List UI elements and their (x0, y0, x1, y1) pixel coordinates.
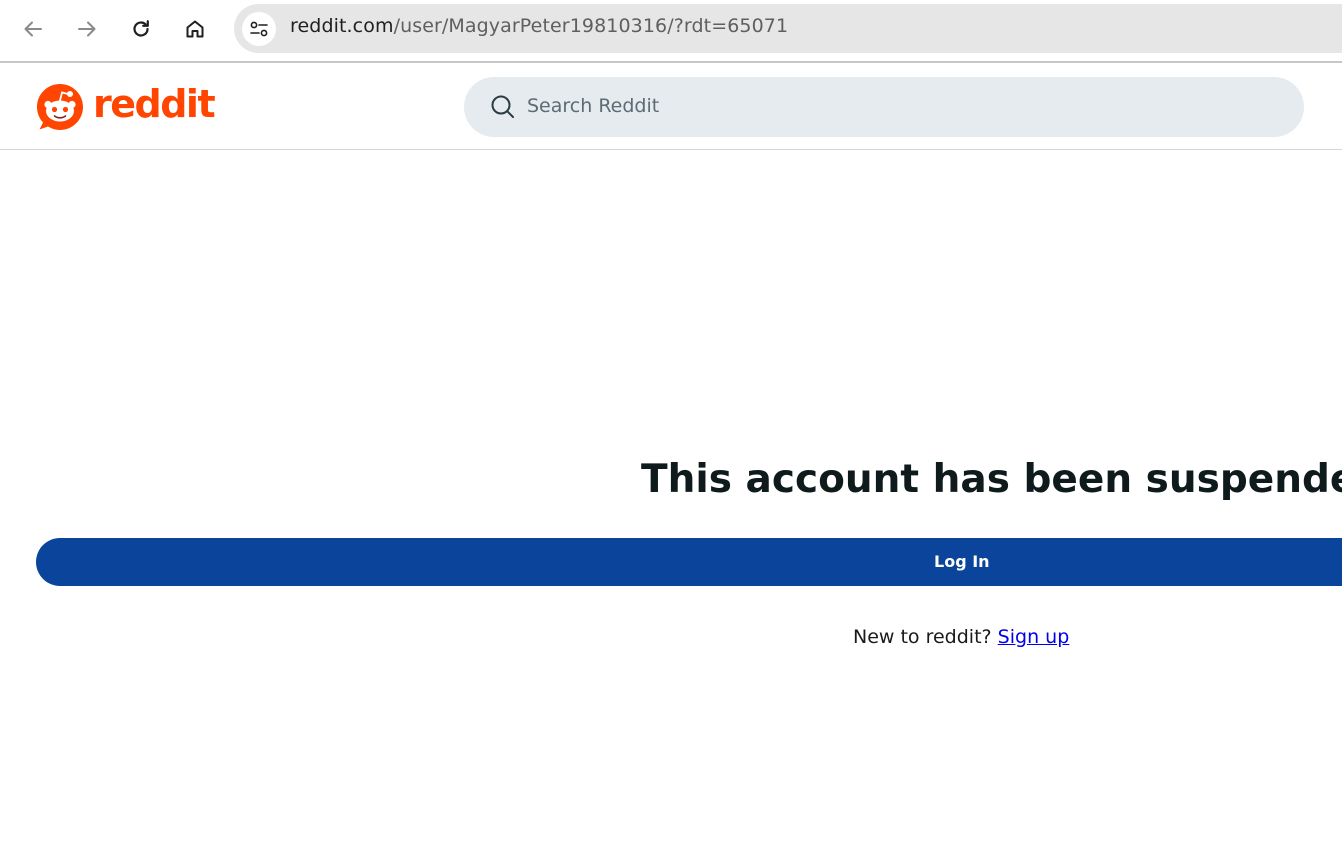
snoo-icon (37, 84, 83, 130)
login-button-label: Log In (934, 552, 990, 571)
tune-icon (250, 21, 268, 37)
search-icon (491, 95, 514, 118)
reload-button[interactable] (123, 11, 159, 47)
url-domain: reddit.com (290, 15, 394, 37)
arrow-left-icon (24, 21, 42, 37)
home-button[interactable] (177, 11, 213, 47)
signup-prompt-text: New to reddit? (853, 626, 992, 648)
signup-prompt: New to reddit? Sign up (853, 626, 1069, 648)
url-path: /user/MagyarPeter19810316/?rdt=65071 (393, 15, 789, 37)
reddit-logo[interactable]: reddit (35, 82, 216, 132)
signup-link[interactable]: Sign up (998, 626, 1070, 648)
login-container: Log In (0, 538, 1342, 586)
address-bar[interactable]: reddit.com/user/MagyarPeter19810316/?rdt… (234, 4, 1342, 53)
forward-button[interactable] (69, 11, 105, 47)
search-input[interactable]: Search Reddit (464, 77, 1304, 137)
login-button[interactable]: Log In (36, 538, 1342, 586)
search-placeholder: Search Reddit (527, 95, 660, 117)
reload-icon (133, 20, 149, 37)
home-icon (186, 20, 204, 38)
site-info-button[interactable] (242, 12, 276, 46)
site-header: reddit Search Reddit (0, 65, 1342, 150)
back-button[interactable] (15, 11, 51, 47)
arrow-right-icon (78, 21, 96, 37)
url-text[interactable]: reddit.com/user/MagyarPeter19810316/?rdt… (290, 15, 788, 37)
title-container: This account has been suspended (0, 452, 1342, 512)
browser-toolbar: reddit.com/user/MagyarPeter19810316/?rdt… (0, 0, 1342, 63)
logo-wordmark: reddit (93, 82, 216, 126)
page-title: This account has been suspended (641, 457, 1342, 502)
